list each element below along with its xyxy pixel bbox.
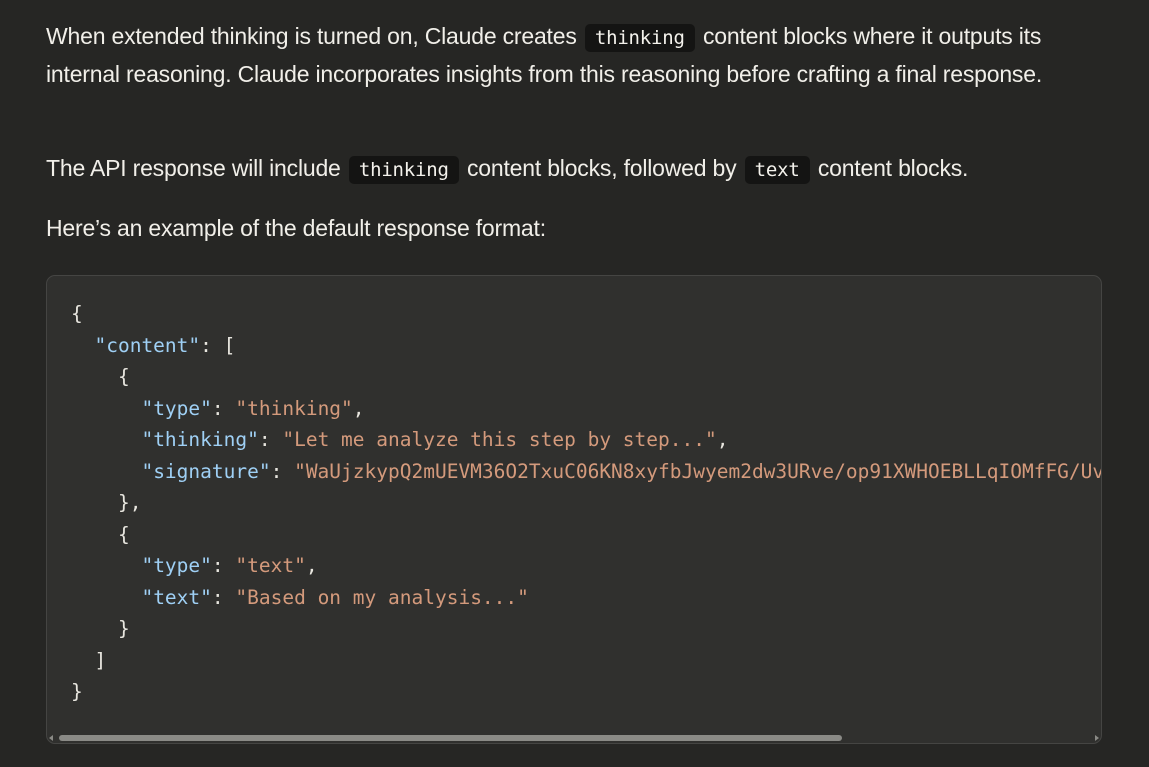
code-string: "Based on my analysis..." xyxy=(235,585,529,609)
code-key: "signature" xyxy=(141,459,271,483)
code-string: "text" xyxy=(235,554,306,577)
code-key: "content" xyxy=(94,333,201,357)
code-token: } xyxy=(117,617,130,640)
documentation-page: When extended thinking is turned on, Cla… xyxy=(0,0,1149,767)
code-block: { "content": [ { "type": "thinking", "th… xyxy=(46,275,1102,744)
inline-code-thinking: thinking xyxy=(348,156,459,184)
paragraph-text: When extended thinking is turned on, Cla… xyxy=(46,23,577,49)
response-description-paragraph: The API response will include thinking c… xyxy=(46,150,1086,188)
horizontal-scrollbar[interactable] xyxy=(49,734,1099,743)
code-key: "type" xyxy=(141,396,212,420)
code-token: { xyxy=(117,522,130,546)
code-token: } xyxy=(71,680,83,703)
code-key: "type" xyxy=(141,554,212,577)
paragraph-text: content blocks, followed by xyxy=(466,155,737,181)
scroll-right-arrow-icon[interactable] xyxy=(1095,735,1099,741)
code-token: [ xyxy=(223,333,236,357)
inline-code-text: text xyxy=(744,156,810,184)
paragraph-text: The API response will include xyxy=(46,155,341,181)
code-token: { xyxy=(71,302,83,325)
scrollbar-thumb[interactable] xyxy=(59,735,842,741)
code-token: ] xyxy=(94,648,107,672)
scroll-left-arrow-icon[interactable] xyxy=(49,735,53,741)
code-token: { xyxy=(117,365,130,388)
inline-code-thinking: thinking xyxy=(584,24,695,52)
example-intro-paragraph: Here’s an example of the default respons… xyxy=(46,215,546,241)
code-key: "thinking" xyxy=(141,428,259,451)
intro-paragraph: When extended thinking is turned on, Cla… xyxy=(46,18,1086,92)
code-key: "text" xyxy=(141,585,212,609)
code-content: { "content": [ { "type": "thinking", "th… xyxy=(71,298,1102,708)
paragraph-text: content blocks. xyxy=(817,155,969,181)
code-string: "WaUjzkypQ2mUEVM36O2TxuC06KN8xyfbJwyem2d… xyxy=(294,459,1102,483)
code-token: }, xyxy=(117,491,142,514)
code-string: "thinking" xyxy=(235,396,353,420)
code-string: "Let me analyze this step by step..." xyxy=(282,428,717,451)
